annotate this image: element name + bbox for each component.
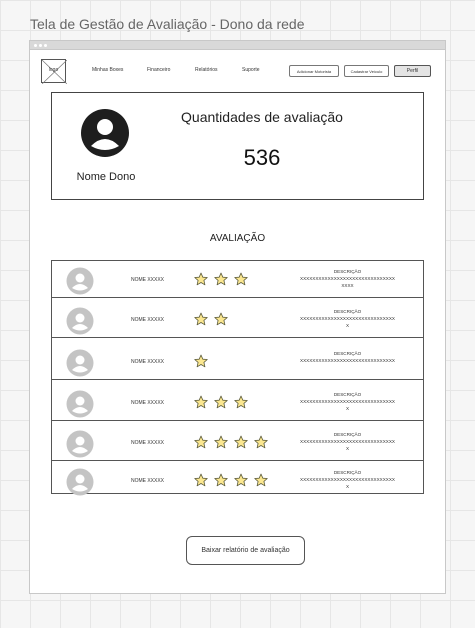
- star-icon: [194, 272, 208, 286]
- board-title: Tela de Gestão de Avaliação - Dono da re…: [30, 16, 305, 32]
- description-text: XXXXXXXXXXXXXXXXXXXXXXXXXXXXXXXX: [300, 316, 395, 328]
- description-text: XXXXXXXXXXXXXXXXXXXXXXXXXXXXXXXX: [300, 439, 395, 451]
- window-dot: [44, 43, 47, 47]
- description-label: DESCRIÇÃO: [333, 309, 362, 314]
- star-rating: [194, 272, 248, 286]
- table-row: NOME XXXXX DESCRIÇÃO XXXXXXXXXXXXXXXXXXXXX…: [52, 424, 423, 461]
- logo-label: logo: [48, 67, 59, 73]
- reviewer-name: NOME XXXXX: [130, 440, 165, 446]
- review-description: DESCRIÇÃO XXXXXXXXXXXXXXXXXXXXXXXXXXXXXXX…: [300, 431, 395, 452]
- star-icon: [214, 312, 228, 326]
- star-icon: [234, 395, 248, 409]
- add-driver-button[interactable]: Adicionar Motorista: [289, 65, 339, 77]
- reviewer-name: NOME XXXXX: [130, 359, 165, 365]
- reviewer-avatar-icon: [66, 307, 94, 335]
- star-icon: [234, 435, 248, 449]
- star-rating: [194, 354, 208, 368]
- star-icon: [194, 312, 208, 326]
- nav-link-minhas-boxes[interactable]: Minhas Boxes: [92, 67, 123, 73]
- star-icon: [194, 435, 208, 449]
- star-icon: [234, 473, 248, 487]
- reviewer-avatar-icon: [66, 390, 94, 418]
- review-description: DESCRIÇÃO XXXXXXXXXXXXXXXXXXXXXXXXXXXXXXX…: [300, 268, 395, 289]
- reviewer-name: NOME XXXXX: [130, 478, 165, 484]
- star-icon: [194, 395, 208, 409]
- description-label: DESCRIÇÃO: [333, 269, 362, 274]
- download-report-button[interactable]: Baixar relatório de avaliação: [186, 536, 305, 565]
- description-text: XXXXXXXXXXXXXXXXXXXXXXXXXXXXXXXXXXX: [300, 276, 395, 288]
- description-text: XXXXXXXXXXXXXXXXXXXXXXXXXXXXXXXX: [300, 399, 395, 411]
- nav-link-financeiro[interactable]: Financeiro: [147, 67, 170, 73]
- star-rating: [194, 473, 268, 487]
- reviewer-avatar-icon: [66, 430, 94, 458]
- star-icon: [214, 272, 228, 286]
- reviewer-avatar-icon: [66, 468, 94, 496]
- description-label: DESCRIÇÃO: [333, 351, 362, 356]
- description-label: DESCRIÇÃO: [333, 470, 362, 475]
- description-label: DESCRIÇÃO: [333, 432, 362, 437]
- owner-name: Nome Dono: [76, 171, 136, 183]
- description-text: XXXXXXXXXXXXXXXXXXXXXXXXXXXXXXXX: [300, 477, 395, 489]
- star-icon: [214, 473, 228, 487]
- window-titlebar: [30, 41, 445, 50]
- reviewer-avatar-icon: [66, 349, 94, 377]
- reviews-table: NOME XXXXX DESCRIÇÃO XXXXXXXXXXXXXXXXXXXXX…: [51, 260, 424, 496]
- reviewer-name: NOME XXXXX: [130, 317, 165, 323]
- nav-link-suporte[interactable]: Suporte: [242, 67, 260, 73]
- star-icon: [194, 473, 208, 487]
- description-text: XXXXXXXXXXXXXXXXXXXXXXXXXXXXXXX: [300, 358, 395, 363]
- star-rating: [194, 435, 268, 449]
- profile-button[interactable]: Perfil: [394, 65, 431, 77]
- reviewer-name: NOME XXXXX: [130, 400, 165, 406]
- star-rating: [194, 312, 228, 326]
- table-row: NOME XXXXX DESCRIÇÃO XXXXXXXXXXXXXXXXXXXXX…: [52, 384, 423, 421]
- star-icon: [254, 473, 268, 487]
- rating-summary-card: Nome Dono Quantidades de avaliação 536: [51, 92, 424, 200]
- owner-avatar-icon: [81, 109, 129, 157]
- window-dot: [39, 43, 42, 47]
- review-description: DESCRIÇÃO XXXXXXXXXXXXXXXXXXXXXXXXXXXXXXX: [300, 350, 395, 364]
- star-icon: [194, 354, 208, 368]
- top-nav: logo Minhas Boxes Financeiro Relatórios …: [30, 51, 445, 87]
- nav-link-relatorios[interactable]: Relatórios: [195, 67, 218, 73]
- table-row: NOME XXXXX DESCRIÇÃO XXXXXXXXXXXXXXXXXXXXX…: [52, 343, 423, 380]
- register-vehicle-button[interactable]: Cadastrar Veículo: [344, 65, 389, 77]
- reviewer-name: NOME XXXXX: [130, 277, 165, 283]
- star-icon: [234, 272, 248, 286]
- table-row: NOME XXXXX DESCRIÇÃO XXXXXXXXXXXXXXXXXXXXX…: [52, 462, 423, 499]
- quantity-label: Quantidades de avaliação: [181, 109, 343, 125]
- window-dot: [34, 43, 37, 47]
- table-row: NOME XXXXX DESCRIÇÃO XXXXXXXXXXXXXXXXXXXXX…: [52, 261, 423, 298]
- table-row: NOME XXXXX DESCRIÇÃO XXXXXXXXXXXXXXXXXXXXX…: [52, 301, 423, 338]
- review-description: DESCRIÇÃO XXXXXXXXXXXXXXXXXXXXXXXXXXXXXXX…: [300, 308, 395, 329]
- logo-placeholder[interactable]: logo: [41, 59, 67, 84]
- description-label: DESCRIÇÃO: [333, 392, 362, 397]
- star-icon: [214, 435, 228, 449]
- review-description: DESCRIÇÃO XXXXXXXXXXXXXXXXXXXXXXXXXXXXXXX…: [300, 391, 395, 412]
- review-description: DESCRIÇÃO XXXXXXXXXXXXXXXXXXXXXXXXXXXXXXX…: [300, 469, 395, 490]
- quantity-value: 536: [243, 145, 281, 170]
- section-title: AVALIAÇÃO: [209, 233, 266, 244]
- star-icon: [254, 435, 268, 449]
- reviewer-avatar-icon: [66, 267, 94, 295]
- star-rating: [194, 395, 248, 409]
- star-icon: [214, 395, 228, 409]
